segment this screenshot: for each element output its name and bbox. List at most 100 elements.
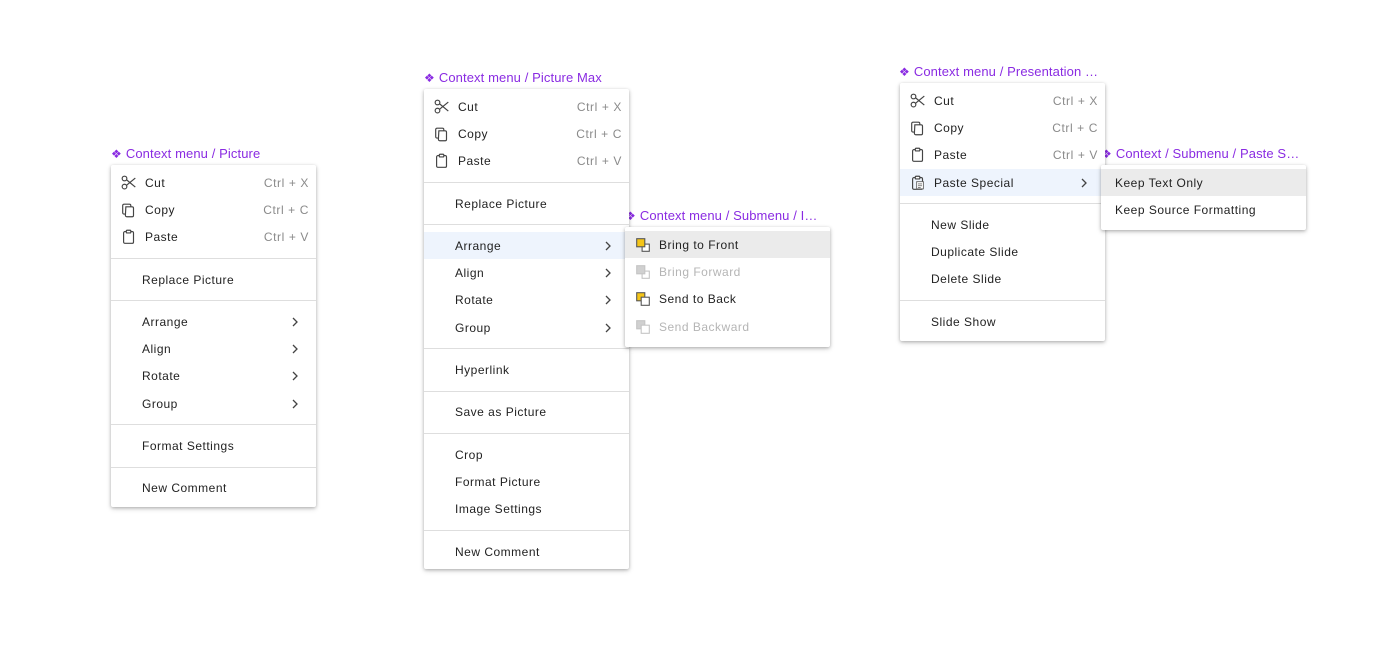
menu-item-new-comment[interactable]: New Comment [111, 475, 316, 502]
menu-item-format-settings[interactable]: Format Settings [111, 432, 316, 459]
shortcut-text: Ctrl + C [1052, 120, 1098, 135]
chevron-right-icon [601, 321, 615, 335]
context-menu-picture: Cut Ctrl + X Copy Ctrl + C Paste Ctrl + … [111, 165, 316, 507]
chevron-right-icon [601, 239, 615, 253]
menu-item-label: Hyperlink [455, 363, 510, 378]
context-menu-presentation-slide: Cut Ctrl + X Copy Ctrl + C Paste Ctrl + … [900, 83, 1105, 341]
component-diamond-icon: ❖ [899, 65, 910, 79]
menu-item-arrange[interactable]: Arrange [111, 308, 316, 335]
frame-label-picture-max: ❖ Context menu / Picture Max [424, 70, 624, 85]
menu-item-save-as-picture[interactable]: Save as Picture [424, 399, 629, 426]
frame-label-picture: ❖ Context menu / Picture [111, 146, 281, 161]
menu-item-label: Bring to Front [659, 237, 739, 252]
menu-item-label: Cut [458, 99, 479, 114]
send-to-back-icon [633, 289, 653, 309]
menu-item-align[interactable]: Align [424, 259, 629, 286]
frame-label-paste-special: ❖ Context / Submenu / Paste Special [1101, 146, 1301, 161]
menu-item-format-picture[interactable]: Format Picture [424, 468, 629, 495]
bring-forward-icon [633, 262, 653, 282]
menu-item-label: Delete Slide [931, 272, 1002, 287]
copy-icon [432, 124, 452, 144]
menu-item-slide-show[interactable]: Slide Show [900, 308, 1105, 335]
shortcut-text: Ctrl + V [263, 230, 309, 245]
chevron-right-icon [288, 397, 302, 411]
shortcut-text: Ctrl + V [1052, 148, 1098, 163]
menu-item-paste[interactable]: Paste Ctrl + V [900, 142, 1105, 169]
menu-item-label: Keep Text Only [1115, 175, 1204, 190]
paste-special-icon [908, 173, 928, 193]
menu-item-copy[interactable]: Copy Ctrl + C [424, 120, 629, 147]
menu-item-align[interactable]: Align [111, 335, 316, 362]
component-diamond-icon: ❖ [424, 71, 435, 85]
bring-to-front-icon [633, 235, 653, 255]
copy-icon [908, 118, 928, 138]
send-backward-icon [633, 317, 653, 337]
menu-item-new-comment[interactable]: New Comment [424, 538, 629, 565]
menu-item-bring-to-front[interactable]: Bring to Front [625, 231, 830, 259]
menu-item-replace-picture[interactable]: Replace Picture [111, 266, 316, 293]
menu-item-label: Send Backward [659, 319, 750, 334]
shortcut-text: Ctrl + X [263, 175, 309, 190]
chevron-right-icon [601, 266, 615, 280]
menu-item-label: Copy [934, 120, 965, 135]
menu-item-send-to-back[interactable]: Send to Back [625, 286, 830, 313]
menu-item-duplicate-slide[interactable]: Duplicate Slide [900, 238, 1105, 265]
menu-item-label: Send to Back [659, 292, 737, 307]
menu-item-group[interactable]: Group [111, 390, 316, 417]
menu-item-arrange[interactable]: Arrange [424, 232, 629, 260]
scissors-icon [908, 91, 928, 111]
menu-item-rotate[interactable]: Rotate [111, 363, 316, 390]
frame-label-presentation-slide: ❖ Context menu / Presentation Slide [899, 64, 1100, 79]
menu-item-keep-text-only[interactable]: Keep Text Only [1101, 169, 1306, 197]
menu-item-label: New Slide [931, 217, 990, 232]
menu-item-label: Format Picture [455, 474, 541, 489]
chevron-right-icon [1077, 176, 1091, 190]
menu-item-label: New Comment [142, 481, 227, 496]
menu-item-label: Crop [455, 447, 484, 462]
menu-item-label: Paste [458, 154, 492, 169]
menu-item-bring-forward: Bring Forward [625, 258, 830, 285]
menu-item-label: Replace Picture [142, 272, 235, 287]
menu-item-label: Keep Source Formatting [1115, 202, 1257, 217]
menu-item-copy[interactable]: Copy Ctrl + C [111, 196, 316, 223]
menu-item-rotate[interactable]: Rotate [424, 287, 629, 314]
menu-item-replace-picture[interactable]: Replace Picture [424, 190, 629, 217]
clipboard-icon [908, 145, 928, 165]
menu-item-paste[interactable]: Paste Ctrl + V [111, 224, 316, 251]
copy-icon [119, 200, 139, 220]
component-diamond-icon: ❖ [111, 147, 122, 161]
menu-item-cut[interactable]: Cut Ctrl + X [424, 93, 629, 120]
chevron-right-icon [288, 369, 302, 383]
menu-item-label: New Comment [455, 544, 540, 559]
shortcut-text: Ctrl + C [576, 126, 622, 141]
frame-label-image-arrange: ❖Context menu / Submenu / Image Arrange [625, 208, 823, 223]
menu-item-cut[interactable]: Cut Ctrl + X [900, 87, 1105, 114]
menu-item-keep-source-formatting[interactable]: Keep Source Formatting [1101, 196, 1306, 223]
menu-item-send-backward: Send Backward [625, 313, 830, 340]
menu-item-new-slide[interactable]: New Slide [900, 211, 1105, 238]
menu-item-label: Bring Forward [659, 264, 741, 279]
submenu-image-arrange: Bring to Front Bring Forward Send to Bac… [625, 227, 830, 347]
shortcut-text: Ctrl + C [263, 202, 309, 217]
frame-label-text: Context menu / Picture [125, 146, 261, 161]
menu-item-hyperlink[interactable]: Hyperlink [424, 356, 629, 383]
shortcut-text: Ctrl + X [576, 99, 622, 114]
menu-item-delete-slide[interactable]: Delete Slide [900, 266, 1105, 293]
menu-item-label: Replace Picture [455, 196, 548, 211]
scissors-icon [432, 97, 452, 117]
frame-label-text: Context menu / Picture Max [438, 70, 602, 85]
chevron-right-icon [288, 342, 302, 356]
menu-item-image-settings[interactable]: Image Settings [424, 496, 629, 523]
menu-item-crop[interactable]: Crop [424, 441, 629, 468]
menu-item-copy[interactable]: Copy Ctrl + C [900, 114, 1105, 141]
menu-item-label: Paste [934, 148, 968, 163]
menu-item-label: Cut [934, 93, 955, 108]
chevron-right-icon [288, 315, 302, 329]
menu-item-paste[interactable]: Paste Ctrl + V [424, 148, 629, 175]
menu-item-cut[interactable]: Cut Ctrl + X [111, 169, 316, 196]
shortcut-text: Ctrl + V [576, 154, 622, 169]
submenu-paste-special: Keep Text Only Keep Source Formatting [1101, 165, 1306, 230]
menu-item-group[interactable]: Group [424, 314, 629, 341]
menu-item-paste-special[interactable]: Paste Special [900, 168, 1105, 197]
menu-item-label: Format Settings [142, 439, 235, 454]
